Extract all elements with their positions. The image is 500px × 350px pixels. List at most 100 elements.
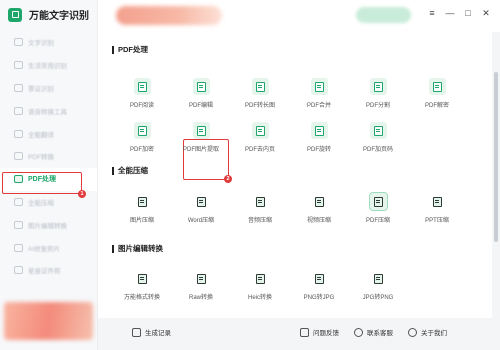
tool-button[interactable]: PDF图片提取 (173, 122, 229, 158)
section-marker (112, 45, 114, 54)
life-recognize-icon (14, 61, 23, 70)
minimize-icon[interactable]: — (444, 8, 456, 18)
document-icon (311, 270, 328, 287)
tool-label: PDF阅读 (129, 103, 154, 109)
tool-button[interactable]: PDF去内页 (232, 122, 288, 158)
vip-pill[interactable] (356, 7, 411, 23)
tool-label: PDF压缩 (365, 218, 390, 224)
document-icon (134, 270, 151, 287)
sidebar-item-label: 票证识别 (28, 85, 54, 93)
tool-button[interactable]: PDF加页码 (350, 122, 406, 158)
maximize-icon[interactable]: □ (462, 8, 474, 18)
tool-button[interactable]: PDF解密 (409, 78, 465, 114)
tool-button[interactable]: JPG转PNG (350, 270, 406, 306)
document-icon (252, 193, 269, 210)
document-icon (193, 193, 210, 210)
tool-button[interactable]: PDF分割 (350, 78, 406, 114)
tool-label: PDF去内页 (244, 147, 275, 153)
sidebar-item-5[interactable]: PDF转换 (0, 145, 97, 168)
tool-button[interactable]: PNG转JPG (291, 270, 347, 306)
tool-label: PNG转JPG (303, 295, 335, 301)
tool-label: Word压缩 (187, 218, 215, 224)
scrollbar[interactable] (492, 32, 500, 318)
contact-link[interactable]: 联系客服 (354, 327, 393, 337)
tool-label: 图片压缩 (129, 218, 154, 224)
document-icon (428, 78, 446, 95)
section-title-text: PDF处理 (118, 45, 148, 54)
tool-label: PDF图片提取 (182, 147, 219, 153)
headset-icon (354, 327, 363, 337)
section-title: PDF处理 (112, 44, 148, 55)
feedback-link[interactable]: 问题反馈 (300, 327, 339, 337)
tool-label: PDF解密 (424, 103, 449, 109)
tool-button[interactable]: Heic转换 (232, 270, 288, 306)
tool-button[interactable]: PDF转长图 (232, 78, 288, 114)
voice-convert-icon (14, 106, 23, 115)
document-icon (192, 122, 210, 139)
sidebar-item-0[interactable]: 文字识别 (0, 31, 97, 54)
main-panel: 2 PDF处理 PDF阅读 PDF编辑 PDF转长图 PDF合并 PDF分割 PDF解密 PD… (98, 32, 492, 318)
sidebar-item-10[interactable]: 星座证件照 (0, 259, 97, 282)
tool-button[interactable]: Word压缩 (173, 193, 229, 229)
sidebar-item-label: 生活常用识别 (28, 63, 67, 71)
translate-icon (14, 129, 23, 138)
annotation-badge-1: 1 (78, 190, 86, 198)
pdf-process-icon (14, 175, 23, 184)
section-title: 图片编辑转换 (112, 243, 163, 254)
tool-label: PDF转长图 (244, 103, 275, 109)
sidebar-item-4[interactable]: 全能翻译 (0, 122, 97, 145)
sidebar-item-8[interactable]: 图片编辑转换 (0, 213, 97, 236)
annotation-badge-2: 2 (224, 175, 232, 183)
promo-banner-top[interactable] (116, 6, 222, 25)
tool-button[interactable]: PDF旋转 (291, 122, 347, 158)
ai-photo-icon (14, 243, 23, 252)
sidebar-item-1[interactable]: 生活常用识别 (0, 54, 97, 77)
tool-label: PPT压缩 (425, 218, 449, 224)
document-icon (251, 78, 269, 95)
document-icon (133, 122, 151, 139)
feedback-icon (300, 327, 309, 337)
scrollbar-thumb[interactable] (494, 72, 498, 242)
document-icon (369, 78, 387, 95)
tool-label: JPG转PNG (362, 295, 394, 301)
tool-label: PDF加密 (129, 147, 154, 153)
sidebar-item-3[interactable]: 语音转换工具 (0, 99, 97, 122)
document-icon (252, 270, 269, 287)
sidebar-item-label: 全能压缩 (28, 199, 54, 207)
sidebar-item-label: PDF转换 (28, 154, 54, 162)
tool-button[interactable]: PDF合并 (291, 78, 347, 114)
tool-button[interactable]: PDF阅读 (114, 78, 170, 114)
tool-button[interactable]: 万能格式转换 (114, 270, 170, 306)
tool-label: PDF编辑 (188, 103, 213, 109)
tool-button[interactable]: 音频压缩 (232, 193, 288, 229)
document-icon (193, 270, 210, 287)
sidebar-nav: 文字识别生活常用识别 票证识别语音转换工具 全能翻译 PDF转换 PDF处理全能压缩图片… (0, 31, 97, 282)
menu-icon[interactable]: ≡ (426, 8, 438, 18)
sidebar-item-9[interactable]: AI修复照片 (0, 236, 97, 259)
tool-button[interactable]: PDF加密 (114, 122, 170, 158)
sidebar-item-label: PDF处理 (28, 176, 56, 184)
sidebar-item-label: 图片编辑转换 (28, 222, 67, 230)
sidebar-item-6[interactable]: PDF处理 (0, 167, 97, 191)
promo-banner[interactable] (4, 302, 93, 340)
document-icon (310, 122, 328, 139)
sidebar-item-label: 文字识别 (28, 40, 54, 48)
section-title: 全能压缩 (112, 165, 148, 176)
sidebar-item-2[interactable]: 票证识别 (0, 77, 97, 100)
tool-button[interactable]: PDF编辑 (173, 78, 229, 114)
tool-button[interactable]: PDF压缩 (350, 192, 406, 229)
section-marker (112, 244, 114, 253)
records-link[interactable]: 生成记录 (132, 327, 171, 337)
tool-label: PDF旋转 (306, 147, 331, 153)
tool-button[interactable]: 视频压缩 (291, 193, 347, 229)
tool-button[interactable]: 图片压缩 (114, 193, 170, 229)
document-icon (368, 192, 388, 211)
tool-label: 音频压缩 (247, 218, 272, 224)
close-icon[interactable]: ✕ (480, 8, 492, 19)
ticket-recognize-icon (14, 83, 23, 92)
top-bar: ≡ — □ ✕ (98, 0, 500, 32)
about-link[interactable]: 关于我们 (408, 327, 447, 337)
tool-button[interactable]: PPT压缩 (409, 193, 465, 229)
tool-button[interactable]: Raw转换 (173, 270, 229, 306)
text-recognize-icon (14, 38, 23, 47)
